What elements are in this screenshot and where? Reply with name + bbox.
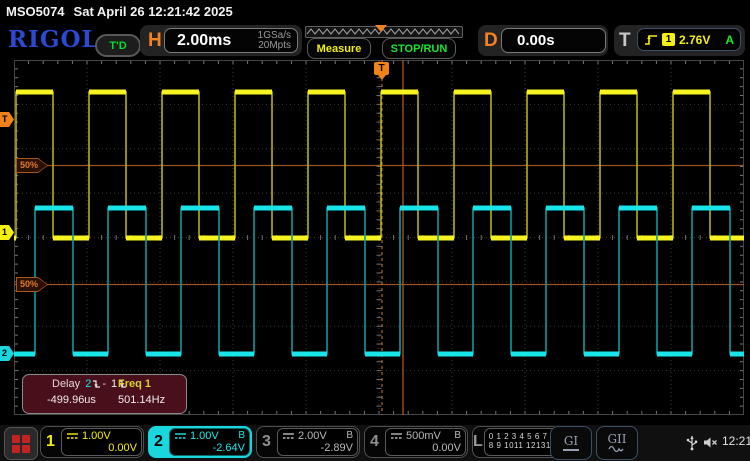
generator-1-label: GI bbox=[564, 435, 578, 447]
trigger-sweep-mode: A bbox=[725, 33, 734, 47]
generator-1-dc-icon bbox=[563, 449, 579, 451]
trigger-level-value: 2.76V bbox=[679, 33, 710, 47]
channel-1-box[interactable]: 1 1.00V 0.00V bbox=[40, 426, 144, 458]
delay-group[interactable]: D 0.00s bbox=[478, 25, 608, 56]
usb-icon bbox=[686, 434, 698, 451]
trigger-level-tag[interactable]: T bbox=[0, 112, 14, 127]
delay-measure-value: -499.96us bbox=[47, 394, 96, 406]
memory-depth: 20Mpts bbox=[258, 40, 291, 51]
channel-4-box[interactable]: 4 500mV B 0.00V bbox=[364, 426, 468, 458]
dc-coupling-icon bbox=[282, 432, 295, 440]
toolbar: RIGOL T'D H 2.00ms 1GSa/s 20Mpts Measure… bbox=[0, 22, 750, 60]
stop-run-button[interactable]: STOP/RUN bbox=[382, 38, 456, 59]
trigger-position-indicator-icon[interactable] bbox=[375, 25, 387, 32]
channel-1-offset: 0.00V bbox=[66, 442, 137, 454]
channel-4-bw: B bbox=[454, 430, 461, 442]
channel-4-offset: 0.00V bbox=[390, 442, 461, 454]
generator-2-sine-icon bbox=[608, 445, 626, 453]
channel-3-bw: B bbox=[346, 430, 353, 442]
status-bar: MSO5074 Sat April 26 12:21:42 2025 bbox=[0, 0, 750, 22]
dc-coupling-icon bbox=[390, 432, 403, 440]
trigger-position-badge[interactable]: T bbox=[374, 62, 389, 75]
channel-2-offset: -2.64V bbox=[174, 442, 245, 454]
freq-measure-label: Freq 1 bbox=[118, 378, 151, 390]
channel-1-number: 1 bbox=[41, 427, 60, 457]
trigger-label: T bbox=[619, 25, 631, 56]
speaker-muted-icon[interactable] bbox=[703, 436, 718, 449]
ch2-position-tag[interactable]: 2 bbox=[0, 346, 14, 361]
model-name: MSO5074 bbox=[6, 4, 65, 19]
generator-1-box[interactable]: GI bbox=[550, 426, 592, 460]
delay-dash: - bbox=[102, 378, 106, 390]
datetime: Sat April 26 12:21:42 2025 bbox=[74, 4, 233, 19]
channel-1-scale: 1.00V bbox=[82, 430, 111, 442]
timebase-value: 2.00ms bbox=[177, 32, 231, 50]
clock: 12:21 bbox=[722, 434, 750, 448]
bottom-bar: 1 1.00V 0.00V 2 1.00V B -2.64V bbox=[0, 425, 750, 461]
delay-label: D bbox=[484, 25, 498, 56]
menu-button[interactable] bbox=[4, 427, 38, 460]
channel-3-box[interactable]: 3 2.00V B -2.89V bbox=[256, 426, 360, 458]
channel-2-box[interactable]: 2 1.00V B -2.64V bbox=[148, 426, 252, 458]
delay-source-a: 2 bbox=[85, 378, 91, 390]
channel-3-number: 3 bbox=[257, 427, 276, 457]
logic-label: L bbox=[473, 427, 483, 457]
oscilloscope-screen: MSO5074 Sat April 26 12:21:42 2025 RIGOL… bbox=[0, 0, 750, 461]
trigger-group[interactable]: T 1 2.76V A bbox=[614, 25, 745, 56]
delay-value: 0.00s bbox=[517, 32, 555, 49]
horizontal-group[interactable]: H 2.00ms 1GSa/s 20Mpts bbox=[140, 25, 302, 56]
channel-3-scale: 2.00V bbox=[298, 430, 327, 442]
channel-2-number: 2 bbox=[149, 427, 168, 457]
measurement-popup: Delay 2- 1 Freq 1 -499.96us 501.14Hz bbox=[22, 374, 187, 414]
rigol-logo: RIGOL bbox=[8, 26, 99, 53]
falling-edge-icon bbox=[92, 379, 101, 390]
dc-coupling-icon bbox=[174, 432, 187, 440]
channel-4-scale: 500mV bbox=[406, 430, 441, 442]
logic-channels-box[interactable]: L 0 1 2 3 4 5 6 7 8 9 1011 12131415 bbox=[472, 426, 560, 458]
trigger-source-badge: 1 bbox=[662, 33, 675, 46]
horizontal-label: H bbox=[148, 25, 162, 56]
delay-source-b: 1 bbox=[111, 378, 117, 390]
dc-coupling-icon bbox=[66, 432, 79, 440]
generator-2-label: GII bbox=[607, 433, 626, 445]
menu-grid-icon bbox=[12, 435, 30, 453]
channel-2-scale: 1.00V bbox=[190, 430, 219, 442]
trigger-settings-box[interactable]: 1 2.76V A bbox=[637, 28, 741, 51]
delay-measure-label: Delay bbox=[52, 378, 80, 390]
waveform-display: T T 1 2 50% 50% Delay 2- 1 Freq 1 -499.9… bbox=[0, 60, 750, 415]
rising-edge-icon bbox=[644, 33, 658, 46]
channel-2-bw: B bbox=[238, 430, 245, 442]
trigger-status-badge: T'D bbox=[95, 34, 141, 57]
measure-button[interactable]: Measure bbox=[307, 38, 371, 59]
channel-3-offset: -2.89V bbox=[282, 442, 353, 454]
channel-4-number: 4 bbox=[365, 427, 384, 457]
graticule-and-waveforms bbox=[14, 60, 744, 415]
ch1-position-tag[interactable]: 1 bbox=[0, 225, 14, 240]
delay-box[interactable]: 0.00s bbox=[501, 28, 606, 53]
generator-2-box[interactable]: GII bbox=[596, 426, 638, 460]
timebase-box[interactable]: 2.00ms 1GSa/s 20Mpts bbox=[164, 28, 298, 53]
freq-measure-value: 501.14Hz bbox=[118, 394, 165, 406]
